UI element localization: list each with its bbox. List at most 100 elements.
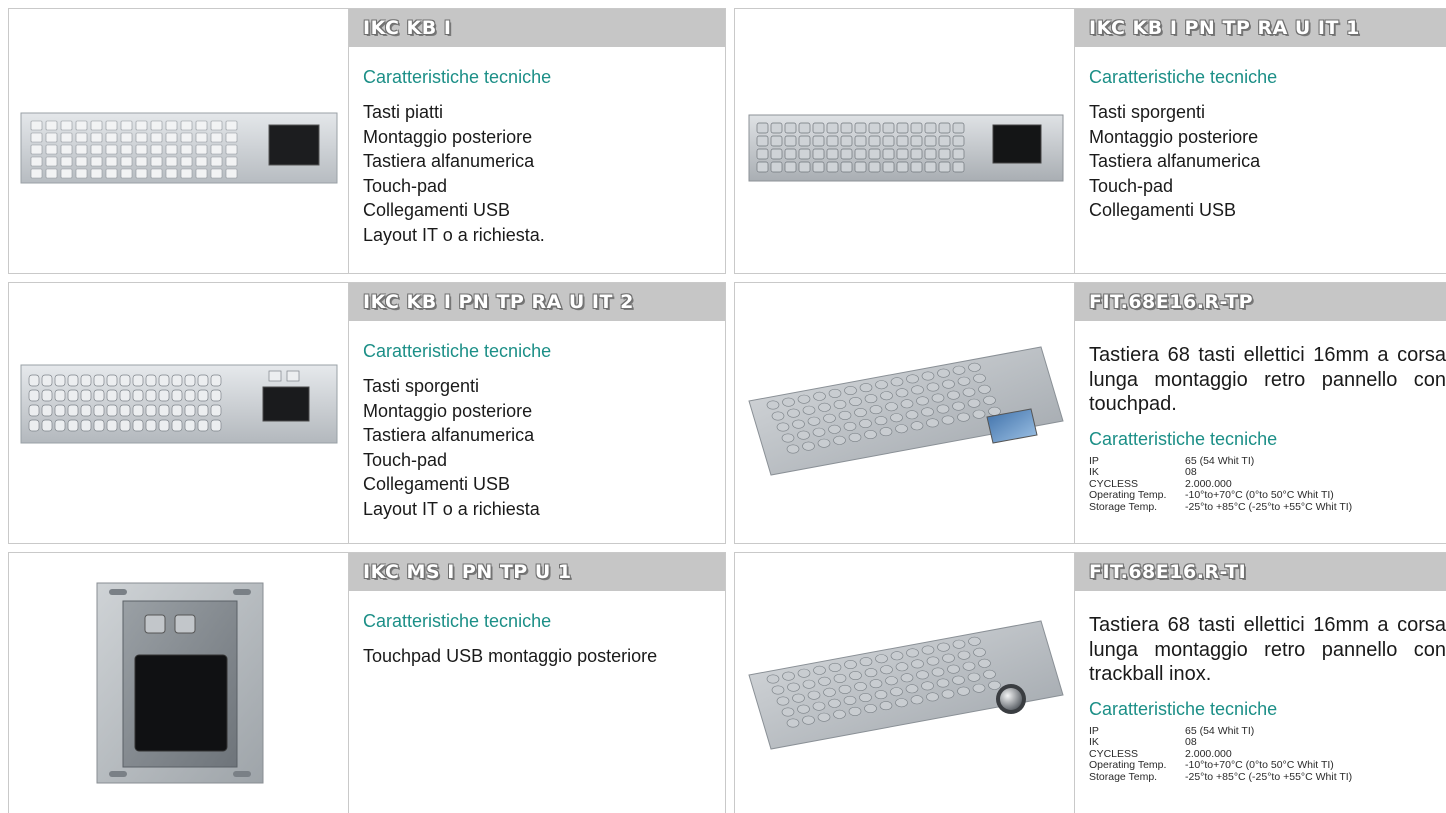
- spec-table: IP 65 (54 Whit TI) IK 08 CYCLESS 2.000.000 …: [1089, 454, 1352, 514]
- key-cap: [910, 135, 923, 147]
- key-cap: [180, 132, 193, 143]
- key-cap: [838, 410, 852, 420]
- key-cap: [80, 389, 92, 402]
- key-cap: [817, 712, 831, 722]
- product-info: IKC KB I PN TP RA U IT 2 Caratteristiche…: [349, 283, 725, 543]
- key-cap: [854, 135, 867, 147]
- spec-row: Storage Temp. -25°to +85°C (-25°to +55°C …: [1089, 770, 1352, 784]
- spec-label: IP: [1089, 454, 1099, 467]
- product-title: IKC KB I: [349, 9, 725, 47]
- spec-label: Storage Temp.: [1089, 500, 1158, 513]
- feature-item: Collegamenti USB: [363, 474, 511, 494]
- key-cap: [854, 408, 867, 418]
- key-cap: [864, 704, 877, 714]
- key-cap: [957, 376, 971, 386]
- key-cap: [770, 122, 783, 134]
- key-cap: [195, 156, 208, 167]
- spec-value: -10°to+70°C (0°to 50°C Whit TI): [1185, 489, 1334, 501]
- product-image-area: [9, 283, 349, 543]
- key-cap: [924, 148, 937, 160]
- key-cap: [197, 374, 209, 387]
- key-cap: [826, 135, 839, 147]
- key-cap: [879, 427, 893, 437]
- key-cap: [942, 653, 955, 663]
- key-cap: [910, 421, 924, 431]
- key-cap: [864, 430, 877, 440]
- key-cap: [848, 432, 862, 442]
- key-cap: [826, 148, 839, 160]
- key-cap: [67, 374, 79, 387]
- key-cap: [756, 122, 769, 134]
- key-cap: [135, 156, 148, 167]
- key-cap: [132, 374, 144, 387]
- key-cap: [80, 419, 92, 432]
- key-cap: [882, 148, 895, 160]
- key-cap: [875, 654, 888, 664]
- section-heading: Caratteristiche tecniche: [363, 341, 552, 361]
- key-cap: [826, 122, 839, 134]
- key-cap: [854, 682, 867, 692]
- key-cap: [812, 135, 825, 147]
- key-cap: [90, 120, 103, 131]
- spec-label: Storage Temp.: [1089, 770, 1158, 783]
- key-cap: [911, 659, 924, 669]
- key-cap: [957, 686, 970, 696]
- key-cap: [210, 156, 223, 167]
- key-cap: [93, 419, 105, 432]
- spec-value: 08: [1185, 736, 1197, 748]
- key-cap: [978, 658, 991, 668]
- feature-item: Montaggio posteriore: [363, 400, 533, 421]
- key-cap: [849, 670, 862, 680]
- key-cap: [106, 389, 118, 402]
- key-cap: [195, 168, 208, 179]
- key-cap: [875, 380, 888, 390]
- feature-item: Montaggio posteriore: [363, 126, 533, 147]
- key-cap: [93, 404, 105, 417]
- key-cap: [874, 416, 888, 426]
- key-cap: [910, 148, 923, 160]
- key-cap: [838, 684, 852, 694]
- key-cap: [45, 168, 58, 179]
- key-cap: [921, 407, 934, 417]
- spec-row: IP 65 (54 Whit TI): [1089, 725, 1352, 738]
- product-info: FIT.68E16.R-TP Tastiera 68 tasti elletti…: [1075, 283, 1446, 543]
- feature-item: Montaggio posteriore: [1089, 126, 1259, 147]
- key-cap: [882, 161, 895, 173]
- feature-item: Tastiera alfanumerica: [1089, 151, 1261, 171]
- key-cap: [910, 122, 923, 134]
- key-cap: [792, 419, 805, 429]
- key-cap: [41, 404, 53, 417]
- product-info: IKC KB I PN TP RA U IT 1 Caratteristiche…: [1075, 9, 1446, 273]
- key-cap: [158, 404, 170, 417]
- key-cap: [120, 120, 133, 131]
- key-cap: [782, 671, 795, 681]
- key-cap: [988, 406, 1001, 416]
- key-cap: [225, 144, 238, 155]
- key-cap: [132, 389, 144, 402]
- key-cap: [938, 148, 951, 160]
- key-cap: [210, 374, 222, 387]
- key-cap: [905, 410, 919, 420]
- key-cap: [120, 132, 133, 143]
- key-cap: [106, 374, 118, 387]
- key-cap: [911, 385, 924, 395]
- key-cap: [874, 690, 888, 700]
- key-cap: [45, 144, 58, 155]
- product-card-fit-68e16-r-tp: FIT.68E16.R-TP Tastiera 68 tasti elletti…: [734, 282, 1446, 544]
- key-cap: [817, 438, 831, 448]
- product-title: IKC KB I PN TP RA U IT 2: [349, 283, 725, 321]
- key-cap: [890, 687, 903, 697]
- key-cap: [158, 419, 170, 432]
- key-cap: [941, 415, 955, 425]
- key-cap: [952, 401, 965, 411]
- key-cap: [119, 374, 131, 387]
- key-cap: [840, 161, 853, 173]
- key-cap: [828, 698, 841, 708]
- section-heading: Caratteristiche tecniche: [1089, 67, 1278, 87]
- key-cap: [165, 168, 178, 179]
- key-cap: [67, 404, 79, 417]
- key-cap: [30, 132, 43, 143]
- key-cap: [844, 659, 857, 669]
- section-heading: Caratteristiche tecniche: [363, 67, 552, 87]
- key-cap: [756, 148, 769, 160]
